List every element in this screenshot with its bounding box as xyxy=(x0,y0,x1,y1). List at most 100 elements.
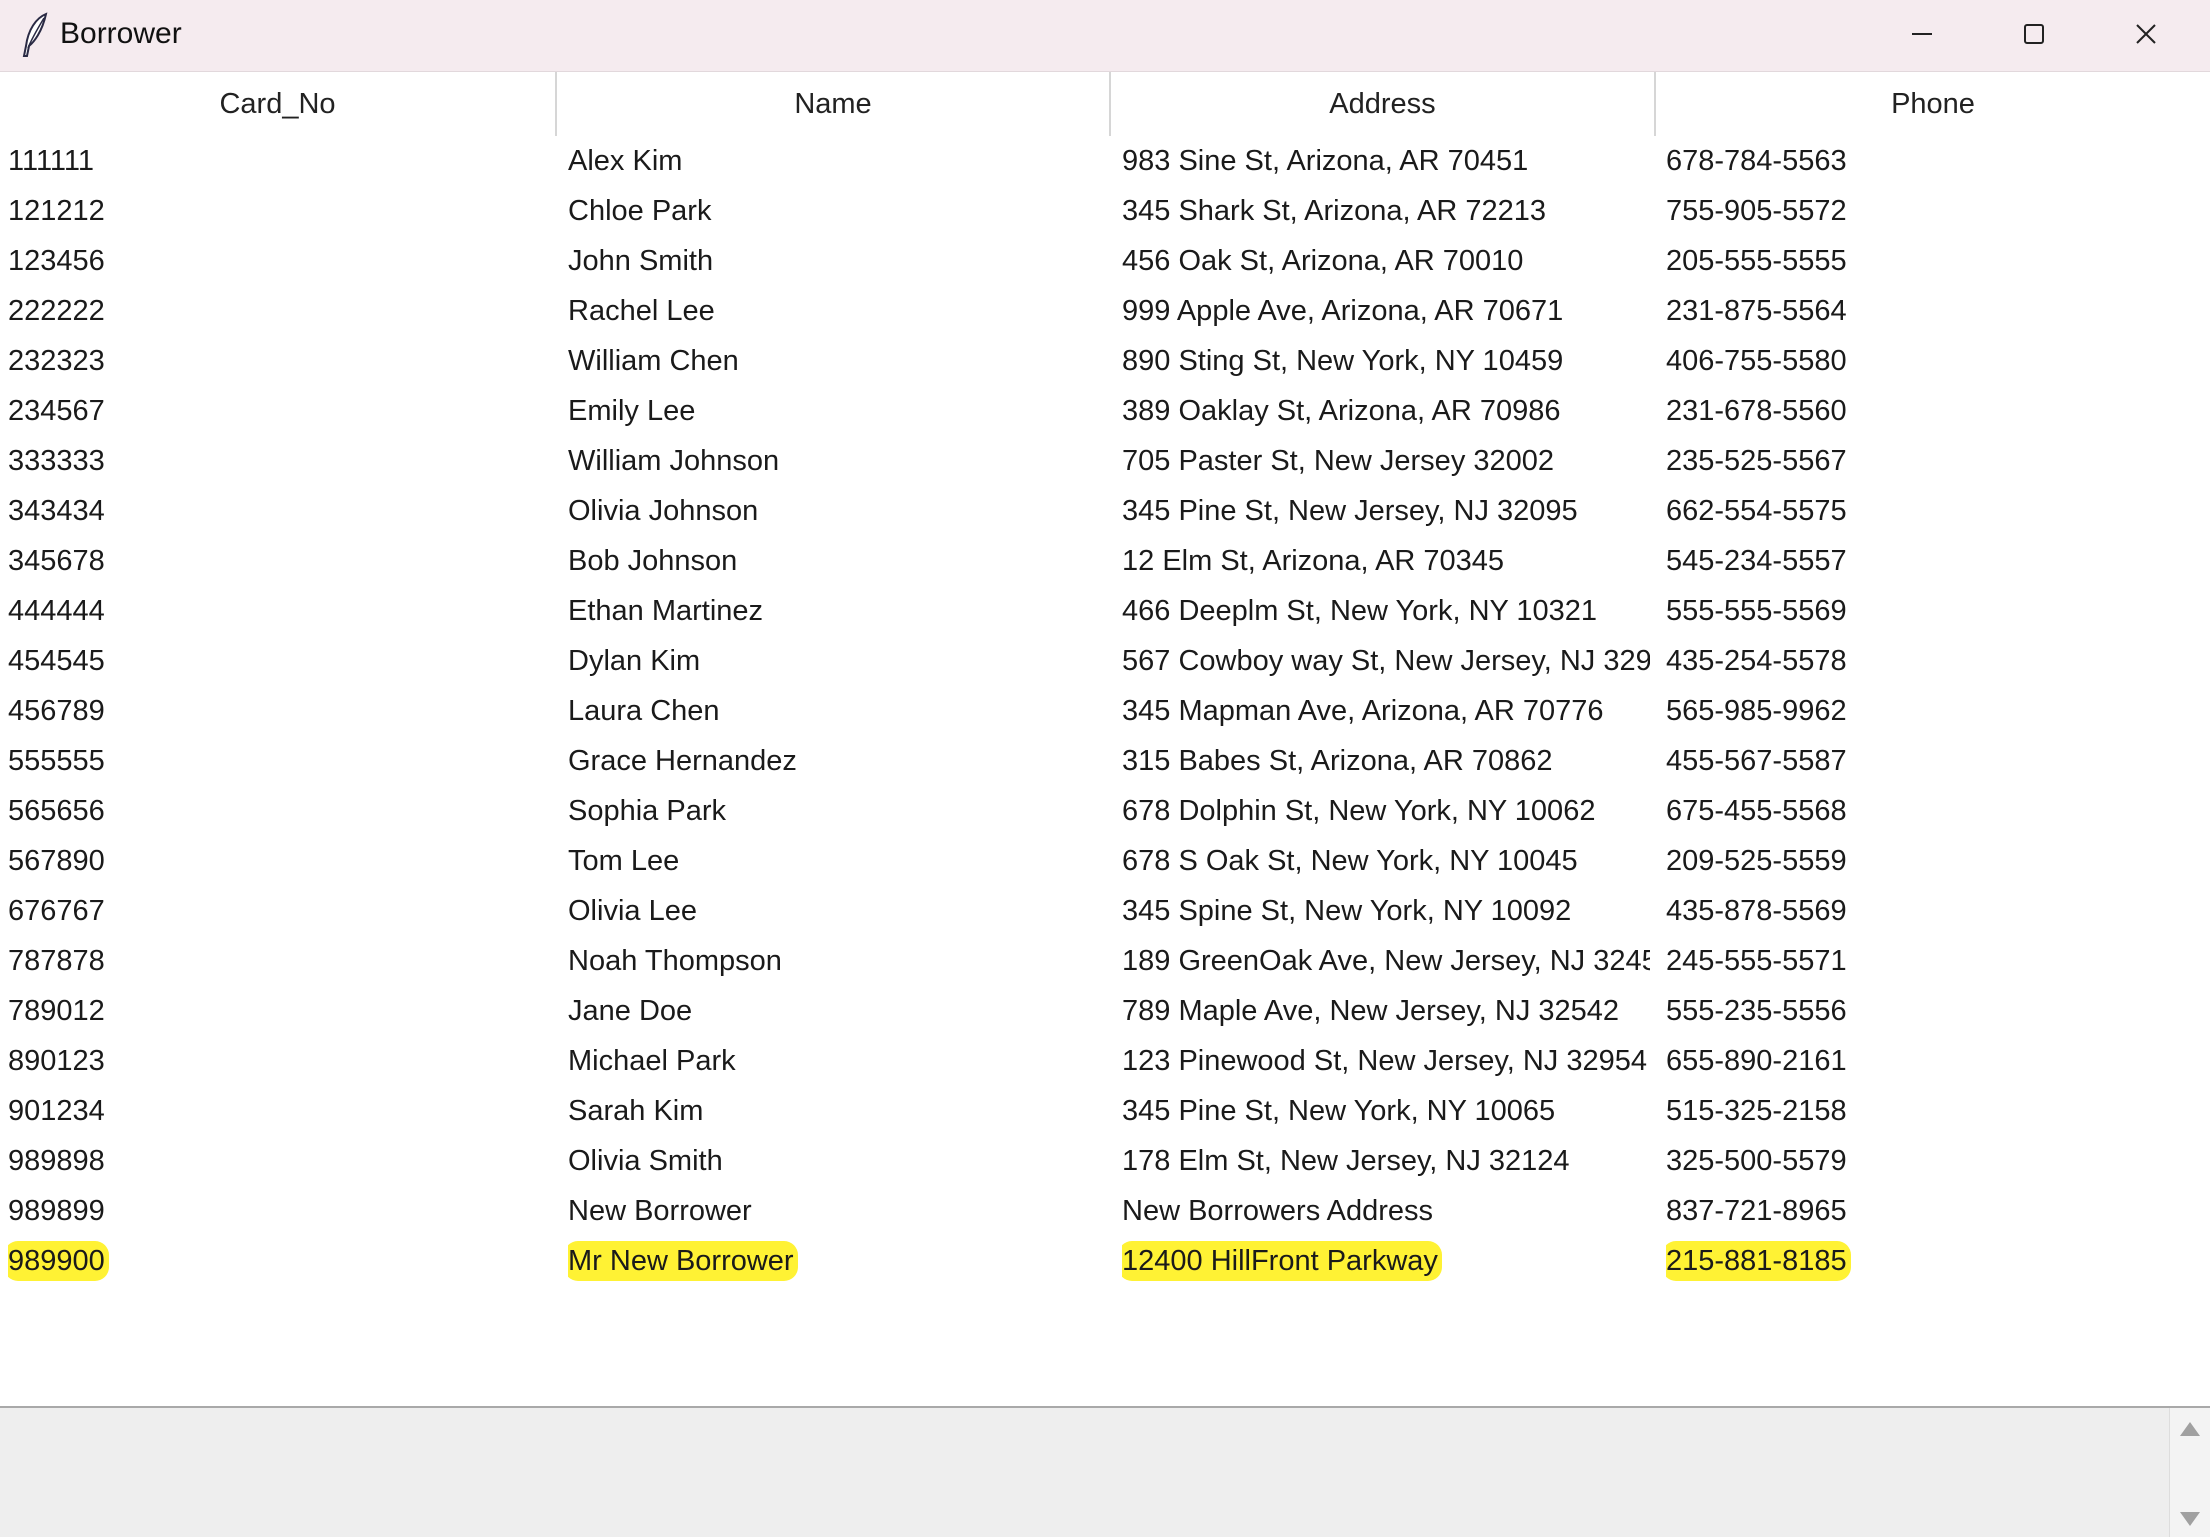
cell-phone: 655-890-2161 xyxy=(1666,1036,2206,1086)
table-row[interactable]: 222222 Rachel Lee 999 Apple Ave, Arizona, … xyxy=(0,286,2210,336)
cell-phone: 205-555-5555 xyxy=(1666,236,2206,286)
cell-address: 345 Pine St, New York, NY 10065 xyxy=(1122,1086,1650,1136)
table-row[interactable]: 123456 John Smith 456 Oak St, Arizona, AR … xyxy=(0,236,2210,286)
table-row[interactable]: 121212 Chloe Park 345 Shark St, Arizona, A… xyxy=(0,186,2210,236)
cell-text: 890 Sting St, New York, NY 10459 xyxy=(1122,345,1564,377)
cell-text: 454545 xyxy=(8,645,105,677)
column-header-card-no[interactable]: Card_No xyxy=(0,72,557,136)
cell-text: New Borrowers Address xyxy=(1122,1195,1434,1227)
table-row[interactable]: 565656 Sophia Park 678 Dolphin St, New Yor… xyxy=(0,786,2210,836)
table-row[interactable]: 555555 Grace Hernandez 315 Babes St, Arizo… xyxy=(0,736,2210,786)
table-row[interactable]: 232323 William Chen 890 Sting St, New York… xyxy=(0,336,2210,386)
table-row[interactable]: 343434 Olivia Johnson 345 Pine St, New Jer… xyxy=(0,486,2210,536)
cell-name: Olivia Lee xyxy=(568,886,1108,936)
cell-phone: 675-455-5568 xyxy=(1666,786,2206,836)
cell-text: Olivia Lee xyxy=(568,895,697,927)
close-button[interactable] xyxy=(2090,0,2202,68)
cell-text: 466 Deeplm St, New York, NY 10321 xyxy=(1122,595,1598,627)
cell-address: 12400 HillFront Parkway xyxy=(1122,1236,1650,1286)
table-row[interactable]: 989900 Mr New Borrower 12400 HillFront Par… xyxy=(0,1236,2210,1286)
cell-phone: 755-905-5572 xyxy=(1666,186,2206,236)
cell-address: 466 Deeplm St, New York, NY 10321 xyxy=(1122,586,1650,636)
cell-text: New Borrower xyxy=(568,1195,752,1227)
table-row[interactable]: 789012 Jane Doe 789 Maple Ave, New Jersey,… xyxy=(0,986,2210,1036)
cell-text: 662-554-5575 xyxy=(1666,495,1847,527)
cell-name: John Smith xyxy=(568,236,1108,286)
cell-address: 345 Pine St, New Jersey, NJ 32095 xyxy=(1122,486,1650,536)
cell-phone: 455-567-5587 xyxy=(1666,736,2206,786)
table-row[interactable]: 676767 Olivia Lee 345 Spine St, New York, … xyxy=(0,886,2210,936)
cell-card-no: 454545 xyxy=(8,636,553,686)
title-bar: Borrower xyxy=(0,0,2210,72)
window-title: Borrower xyxy=(60,17,182,50)
column-header-phone[interactable]: Phone xyxy=(1656,72,2210,136)
cell-text: 655-890-2161 xyxy=(1666,1045,1847,1077)
cell-address: 890 Sting St, New York, NY 10459 xyxy=(1122,336,1650,386)
cell-phone: 565-985-9962 xyxy=(1666,686,2206,736)
cell-card-no: 234567 xyxy=(8,386,553,436)
cell-card-no: 787878 xyxy=(8,936,553,986)
table-row[interactable]: 454545 Dylan Kim 567 Cowboy way St, New Je… xyxy=(0,636,2210,686)
table-row[interactable]: 567890 Tom Lee 678 S Oak St, New York, NY … xyxy=(0,836,2210,886)
cell-text: John Smith xyxy=(568,245,714,277)
cell-name: Olivia Smith xyxy=(568,1136,1108,1186)
cell-text: Olivia Smith xyxy=(568,1145,723,1177)
cell-text: 555555 xyxy=(8,745,105,777)
table-row[interactable]: 234567 Emily Lee 389 Oaklay St, Arizona, A… xyxy=(0,386,2210,436)
cell-name: Tom Lee xyxy=(568,836,1108,886)
maximize-button[interactable] xyxy=(1978,0,2090,68)
cell-address: 389 Oaklay St, Arizona, AR 70986 xyxy=(1122,386,1650,436)
table-row[interactable]: 787878 Noah Thompson 189 GreenOak Ave, New… xyxy=(0,936,2210,986)
cell-card-no: 890123 xyxy=(8,1036,553,1086)
cell-name: Jane Doe xyxy=(568,986,1108,1036)
column-header-address[interactable]: Address xyxy=(1111,72,1656,136)
cell-card-no: 989898 xyxy=(8,1136,553,1186)
cell-card-no: 676767 xyxy=(8,886,553,936)
cell-text: 983 Sine St, Arizona, AR 70451 xyxy=(1122,145,1529,177)
table-row[interactable]: 345678 Bob Johnson 12 Elm St, Arizona, AR … xyxy=(0,536,2210,586)
cell-text: 676767 xyxy=(8,895,105,927)
cell-text: 178 Elm St, New Jersey, NJ 32124 xyxy=(1122,1145,1570,1177)
cell-address: New Borrowers Address xyxy=(1122,1186,1650,1236)
cell-text: Sarah Kim xyxy=(568,1095,704,1127)
table-row[interactable]: 444444 Ethan Martinez 466 Deeplm St, New Y… xyxy=(0,586,2210,636)
table-row[interactable]: 901234 Sarah Kim 345 Pine St, New York, NY… xyxy=(0,1086,2210,1136)
cell-address: 345 Mapman Ave, Arizona, AR 70776 xyxy=(1122,686,1650,736)
cell-text: 705 Paster St, New Jersey 32002 xyxy=(1122,445,1555,477)
cell-address: 189 GreenOak Ave, New Jersey, NJ 32453 xyxy=(1122,936,1650,986)
table-row[interactable]: 989898 Olivia Smith 178 Elm St, New Jersey… xyxy=(0,1136,2210,1186)
table-row[interactable]: 890123 Michael Park 123 Pinewood St, New J… xyxy=(0,1036,2210,1086)
cell-phone: 555-235-5556 xyxy=(1666,986,2206,1036)
cell-text: 456 Oak St, Arizona, AR 70010 xyxy=(1122,245,1524,277)
scroll-up-icon[interactable] xyxy=(2180,1422,2200,1436)
minimize-button[interactable] xyxy=(1866,0,1978,68)
table-header: Card_No Name Address Phone xyxy=(0,72,2210,136)
cell-phone: 678-784-5563 xyxy=(1666,136,2206,186)
cell-text: 678-784-5563 xyxy=(1666,145,1847,177)
cell-address: 678 S Oak St, New York, NY 10045 xyxy=(1122,836,1650,886)
cell-address: 678 Dolphin St, New York, NY 10062 xyxy=(1122,786,1650,836)
cell-text: 345 Spine St, New York, NY 10092 xyxy=(1122,895,1572,927)
cell-text: 989900 xyxy=(8,1241,109,1281)
column-header-name[interactable]: Name xyxy=(557,72,1111,136)
table-row[interactable]: 989899 New Borrower New Borrowers Address 8… xyxy=(0,1186,2210,1236)
cell-card-no: 456789 xyxy=(8,686,553,736)
close-icon xyxy=(2136,24,2156,44)
cell-phone: 406-755-5580 xyxy=(1666,336,2206,386)
table-row[interactable]: 111111 Alex Kim 983 Sine St, Arizona, AR 7… xyxy=(0,136,2210,186)
cell-text: 343434 xyxy=(8,495,105,527)
cell-text: Chloe Park xyxy=(568,195,712,227)
vertical-scrollbar[interactable] xyxy=(2169,1408,2210,1537)
borrower-table[interactable]: Card_No Name Address Phone 111111 Alex Ki… xyxy=(0,72,2210,1408)
table-row[interactable]: 456789 Laura Chen 345 Mapman Ave, Arizona,… xyxy=(0,686,2210,736)
cell-text: 123456 xyxy=(8,245,105,277)
cell-text: 678 Dolphin St, New York, NY 10062 xyxy=(1122,795,1596,827)
table-row[interactable]: 333333 William Johnson 705 Paster St, New … xyxy=(0,436,2210,486)
cell-text: Mr New Borrower xyxy=(568,1241,798,1281)
scroll-down-icon[interactable] xyxy=(2180,1512,2200,1526)
cell-name: William Johnson xyxy=(568,436,1108,486)
cell-text: 12 Elm St, Arizona, AR 70345 xyxy=(1122,545,1505,577)
cell-text: 901234 xyxy=(8,1095,105,1127)
cell-text: Olivia Johnson xyxy=(568,495,759,527)
cell-text: 455-567-5587 xyxy=(1666,745,1847,777)
